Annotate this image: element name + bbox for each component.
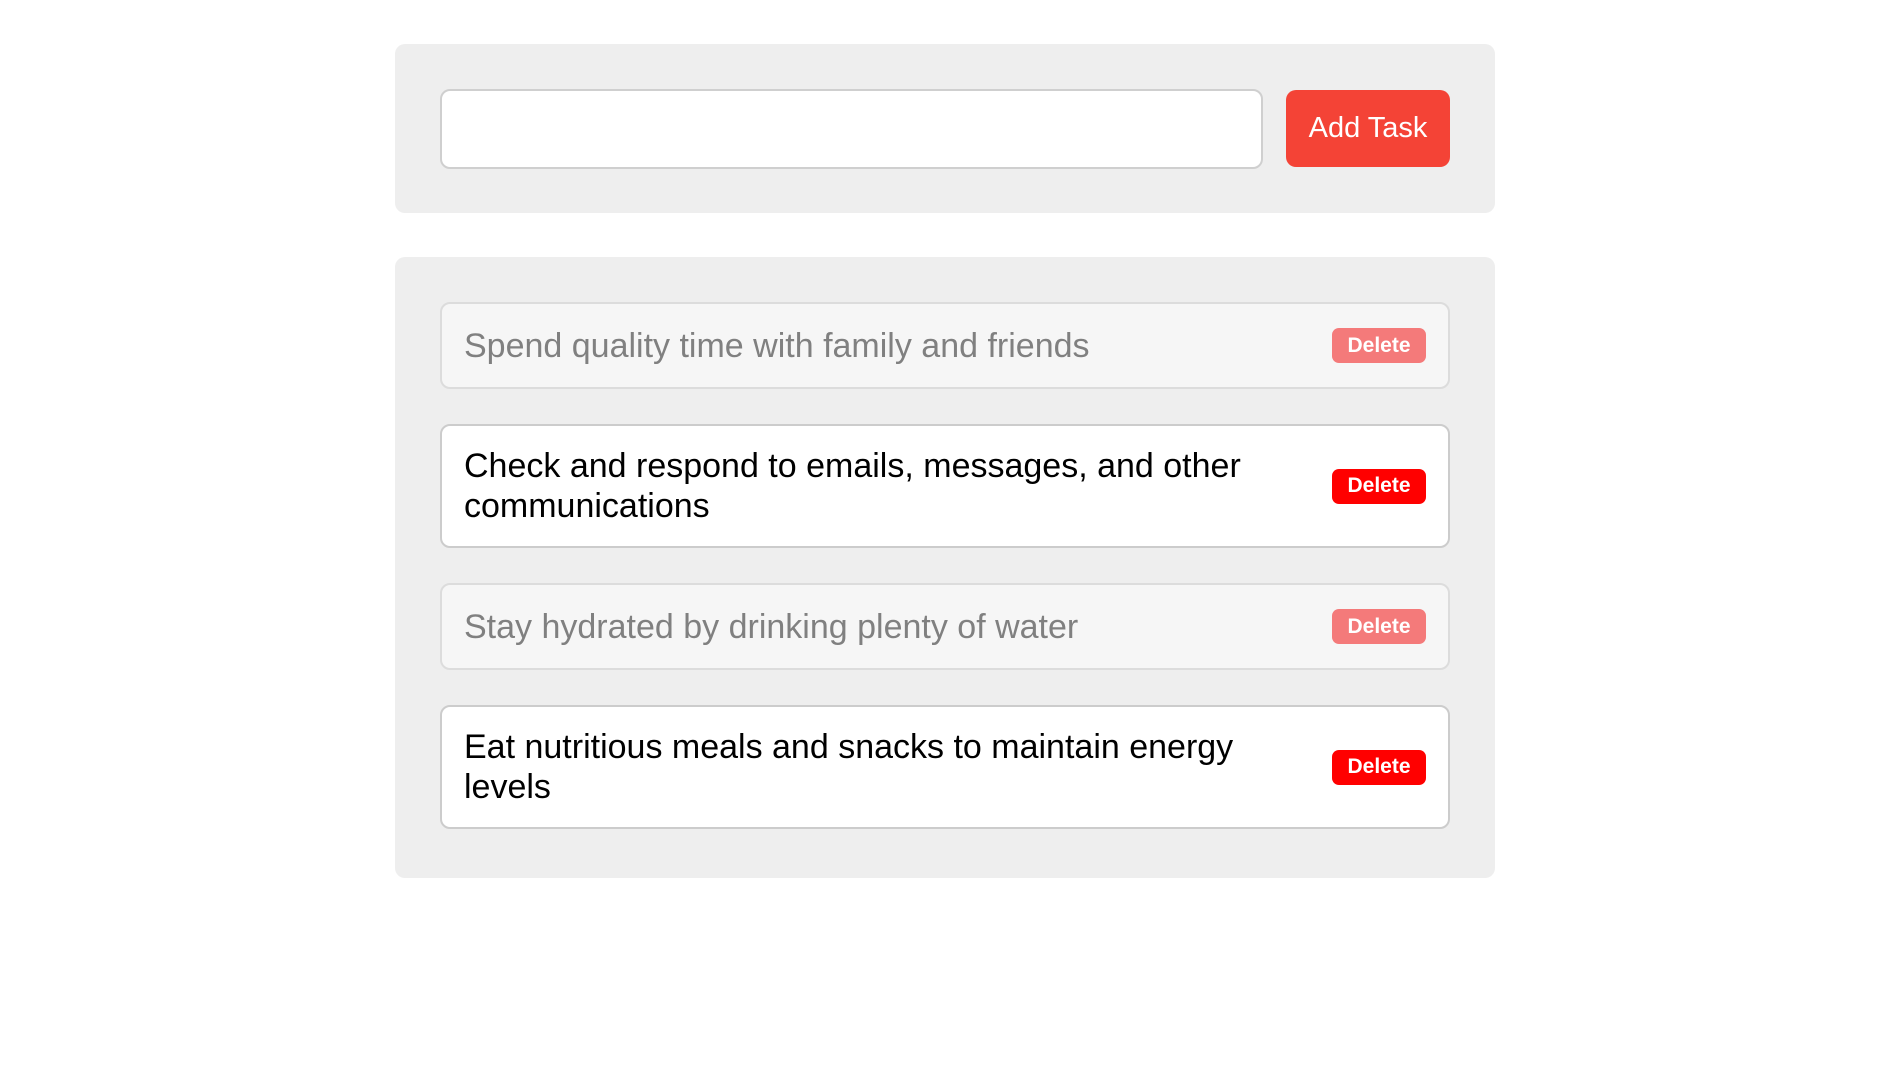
add-task-panel: Add Task — [395, 44, 1495, 213]
todo-app: Add Task Spend quality time with family … — [0, 0, 1880, 1080]
task-text: Check and respond to emails, messages, a… — [464, 447, 1241, 525]
task-text: Spend quality time with family and frien… — [464, 326, 1090, 365]
delete-button[interactable]: Delete — [1332, 609, 1426, 644]
task-list: Spend quality time with family and frien… — [440, 302, 1450, 829]
delete-button[interactable]: Delete — [1332, 328, 1426, 363]
task-input[interactable] — [440, 88, 1263, 169]
delete-button[interactable]: Delete — [1332, 749, 1426, 785]
task-text: Stay hydrated by drinking plenty of wate… — [464, 607, 1079, 646]
task-text: Eat nutritious meals and snacks to maint… — [464, 728, 1234, 806]
task-list-panel: Spend quality time with family and frien… — [395, 257, 1495, 878]
task-item[interactable]: Spend quality time with family and frien… — [440, 302, 1450, 389]
add-task-button[interactable]: Add Task — [1286, 90, 1450, 167]
delete-button[interactable]: Delete — [1332, 468, 1426, 504]
task-item[interactable]: Check and respond to emails, messages, a… — [440, 424, 1450, 548]
task-item[interactable]: Stay hydrated by drinking plenty of wate… — [440, 583, 1450, 670]
task-item[interactable]: Eat nutritious meals and snacks to maint… — [440, 705, 1450, 829]
